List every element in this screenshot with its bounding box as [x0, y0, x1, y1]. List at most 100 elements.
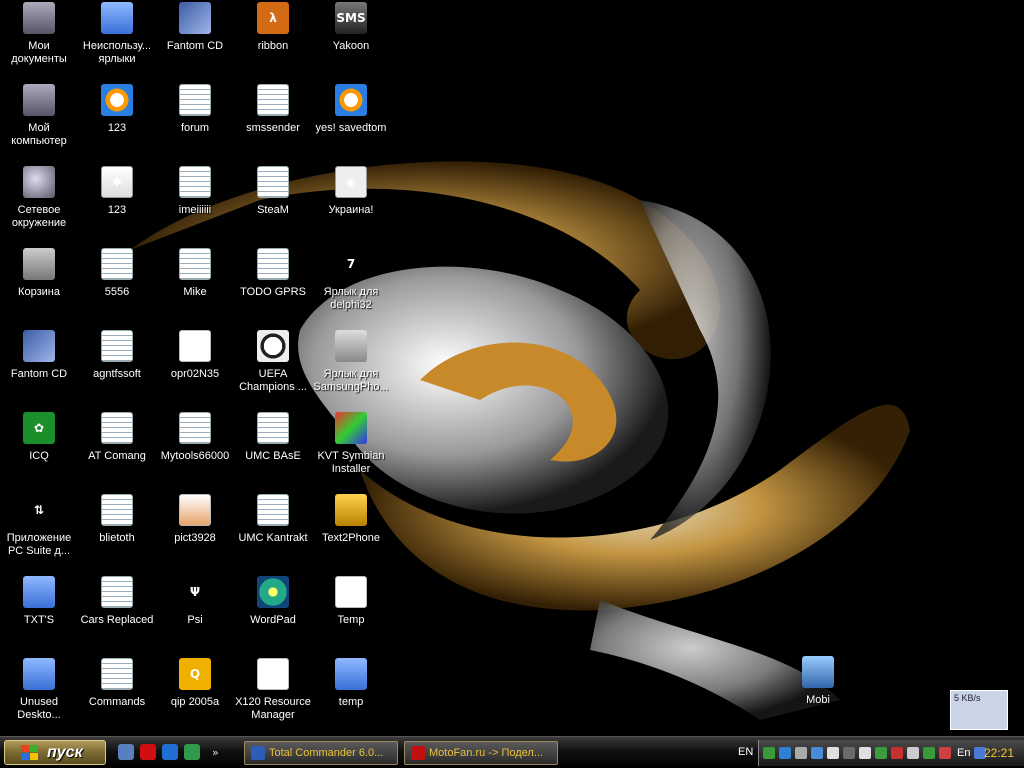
desktop-icon-mobi[interactable]: Mobi [779, 656, 857, 730]
quick-launch-more-button[interactable]: » [212, 746, 219, 759]
fantom-cd-icon [179, 2, 211, 34]
start-label: пуск [47, 743, 83, 761]
tray-icon[interactable] [779, 747, 791, 759]
desktop-icon[interactable]: 5556 [78, 248, 156, 322]
desktop-icon[interactable]: ✱ 123 [78, 166, 156, 240]
desktop-icon[interactable]: TXT'S [0, 576, 78, 650]
browser-globe-icon[interactable] [184, 744, 200, 760]
opera-icon[interactable] [140, 744, 156, 760]
taskbar-button[interactable]: Total Commander 6.0... [244, 741, 398, 765]
messenger-icon[interactable] [162, 744, 178, 760]
desktop-icon-label: Мои документы [11, 40, 67, 65]
tray-icon[interactable] [875, 747, 887, 759]
desktop-icon-label: Fantom CD [10, 368, 68, 380]
tray-icon[interactable] [939, 747, 951, 759]
desktop-icon[interactable]: Mytools66000 [156, 412, 234, 486]
icon-glyph: ⇅ [33, 503, 45, 517]
tray-icon[interactable] [907, 747, 919, 759]
desktop-icon[interactable]: 7 Ярлык для delphi32 [312, 248, 390, 322]
language-indicator[interactable]: EN [738, 746, 753, 758]
desktop-icon[interactable]: Корзина [0, 248, 78, 322]
taskbar-button[interactable]: MotoFan.ru -> Подел... [404, 741, 558, 765]
desktop-icon[interactable]: blietoth [78, 494, 156, 568]
desktop-icon[interactable]: Oopr02N35 [156, 330, 234, 404]
desktop-icon-label: Text2Phone [321, 532, 381, 544]
desktop-icon[interactable]: Text2Phone [312, 494, 390, 568]
tray-icon[interactable] [763, 747, 775, 759]
desktop-icon-label: 5556 [104, 286, 130, 298]
desktop-icon[interactable]: Мои документы [0, 2, 78, 76]
desktop-icon[interactable]: UEFA Champions ... [234, 330, 312, 404]
desktop-icon[interactable]: SMS Yakoon [312, 2, 390, 76]
desktop-icon[interactable]: pict3928 [156, 494, 234, 568]
quick-launch-bar: » [118, 744, 219, 760]
text-document-icon [101, 248, 133, 280]
tray-icon[interactable] [923, 747, 935, 759]
media-player-icon [335, 84, 367, 116]
desktop-icon[interactable]: ✿ ICQ [0, 412, 78, 486]
taskbar-button-label: Total Commander 6.0... [269, 747, 384, 759]
tray-icon[interactable] [843, 747, 855, 759]
desktop-icon[interactable]: WordPad [234, 576, 312, 650]
desktop-icon-label: Temp [337, 614, 365, 626]
wordpad-icon [257, 576, 289, 608]
desktop-icon[interactable]: ⇅ Приложение PC Suite д... [0, 494, 78, 568]
text-document-icon [257, 494, 289, 526]
tray-icon[interactable] [795, 747, 807, 759]
desktop-icon[interactable]: ◉ Украина! [312, 166, 390, 240]
show-desktop-icon[interactable] [118, 744, 134, 760]
desktop-icon[interactable]: Unused Deskto... [0, 658, 78, 732]
desktop-icon[interactable]: yes! savedtom [312, 84, 390, 158]
system-tray: En 22:21 [758, 740, 1024, 766]
desktop-icon[interactable]: ♪ X120 Resource Manager [234, 658, 312, 732]
desktop-icon[interactable]: Commands [78, 658, 156, 732]
desktop-icon[interactable]: Сетевое окружение [0, 166, 78, 240]
desktop-icon[interactable]: Ярлык для SamsungPho... [312, 330, 390, 404]
mobile-phone-icon [335, 330, 367, 362]
desktop-icon[interactable]: Мой компьютер [0, 84, 78, 158]
icon-glyph: 7 [346, 257, 356, 271]
desktop-icon[interactable]: KVT Symbian Installer [312, 412, 390, 486]
desktop-icon[interactable]: Cars Replaced [78, 576, 156, 650]
desktop-icon-label: AT Comang [88, 450, 146, 462]
desktop-icon-label: KVT Symbian Installer [317, 450, 385, 475]
desktop-icon[interactable]: Fantom CD [156, 2, 234, 76]
desktop-icon[interactable]: AT Comang [78, 412, 156, 486]
desktop-icon-label: SteaM [257, 204, 289, 216]
desktop-icon[interactable]: Ψ Psi [156, 576, 234, 650]
opera-document-icon: O [179, 330, 211, 362]
desktop-icon[interactable]: Qqip 2005a [156, 658, 234, 732]
desktop-icon[interactable]: SteaM [234, 166, 312, 240]
tray-language[interactable]: En [957, 747, 970, 759]
desktop-icon-label: pict3928 [174, 532, 216, 544]
pen-document-icon: ✎ [335, 576, 367, 608]
desktop[interactable]: Мои документы Неиспользу... ярлыки Fantom … [0, 0, 1024, 736]
tray-icon[interactable] [827, 747, 839, 759]
desktop-icon[interactable]: UMC BAsE [234, 412, 312, 486]
desktop-icon[interactable]: Mike [156, 248, 234, 322]
text-document-icon [101, 494, 133, 526]
tray-icon[interactable] [891, 747, 903, 759]
text-document-icon [257, 412, 289, 444]
desktop-icon[interactable]: forum [156, 84, 234, 158]
desktop-icon[interactable]: agntfssoft [78, 330, 156, 404]
fantom-cd-icon [23, 330, 55, 362]
desktop-icon[interactable]: λ ribbon [234, 2, 312, 76]
mobi-computer-icon [802, 656, 834, 688]
desktop-icon-label: imeiiiiii [178, 204, 212, 216]
clock[interactable]: 22:21 [984, 746, 1014, 760]
desktop-icon[interactable]: Fantom CD [0, 330, 78, 404]
desktop-icon[interactable]: smssender [234, 84, 312, 158]
start-button[interactable]: пуск [4, 740, 106, 765]
desktop-icon[interactable]: ✎ Temp [312, 576, 390, 650]
desktop-icon[interactable]: TODO GPRS [234, 248, 312, 322]
desktop-icon[interactable]: temp [312, 658, 390, 732]
tray-icon[interactable] [859, 747, 871, 759]
desktop-icon[interactable]: imeiiiiii [156, 166, 234, 240]
desktop-icon[interactable]: 123 [78, 84, 156, 158]
desktop-icon-label: 123 [107, 204, 127, 216]
tray-icon[interactable] [811, 747, 823, 759]
desktop-icon[interactable]: UMC Kantrakt [234, 494, 312, 568]
desktop-icon[interactable]: Неиспользу... ярлыки [78, 2, 156, 76]
network-meter-widget[interactable]: 5 KB/s [950, 690, 1008, 730]
